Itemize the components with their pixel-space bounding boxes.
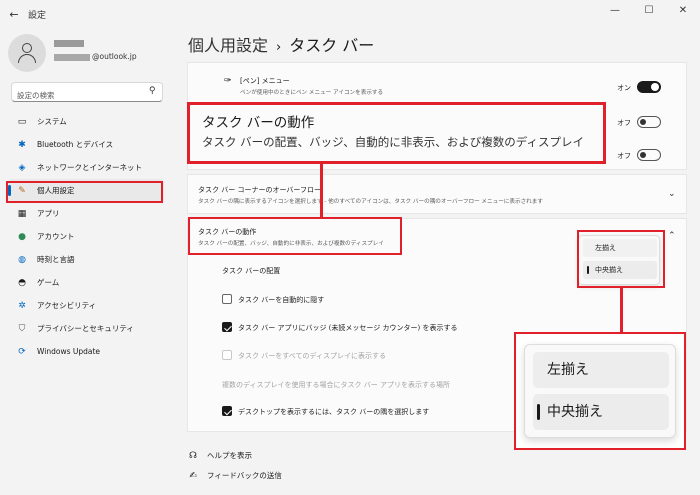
sidebar-item-label: プライバシーとセキュリティ	[37, 324, 134, 333]
sidebar-item-label: Windows Update	[37, 347, 101, 356]
corner-overflow-card[interactable]: タスク バー コーナーのオーバーフロー タスク バーの隅に表示するアイコンを選択…	[187, 174, 687, 214]
sidebar-item-bluetooth[interactable]: ✱ Bluetooth とデバイス	[8, 133, 164, 156]
sidebar-item-gaming[interactable]: ◓ ゲーム	[8, 271, 164, 294]
title-bar: ← 設定	[0, 0, 700, 28]
overflow-subtitle: タスク バーの隅に表示するアイコンを選択します - 他のすべてのアイコンは、タス…	[198, 199, 543, 205]
sidebar-item-time-language[interactable]: ◍ 時刻と言語	[8, 248, 164, 271]
redacted-email	[54, 54, 90, 61]
highlight-dropdown	[577, 230, 665, 288]
window-title: 設定	[28, 10, 47, 21]
sidebar-item-label: ネットワークとインターネット	[37, 163, 142, 172]
sidebar: @outlook.jp ⚲ ▭ システム ✱ Bluetooth とデバイス ◈…	[0, 28, 170, 495]
highlight-behavior-header	[188, 217, 402, 255]
shield-icon: ⛉	[18, 323, 26, 334]
pen-menu-toggle[interactable]	[637, 81, 661, 93]
feedback-link[interactable]: ✍ フィードバックの送信	[187, 470, 282, 481]
pen-menu-state: オン	[617, 84, 631, 92]
sidebar-item-windows-update[interactable]: ⟳ Windows Update	[8, 340, 164, 363]
settings-search[interactable]: ⚲	[11, 82, 163, 105]
all-displays-label: タスク バーをすべてのディスプレイに表示する	[238, 352, 386, 360]
desktop-corner-checkbox[interactable]	[222, 406, 232, 416]
sidebar-item-label: アプリ	[37, 209, 60, 218]
search-input[interactable]	[12, 86, 132, 105]
person-icon	[22, 43, 32, 53]
sidebar-item-label: アカウント	[37, 232, 75, 241]
game-icon: ◓	[18, 277, 26, 288]
callout-title: タスク バーの動作	[202, 115, 315, 131]
sidebar-item-label: ゲーム	[37, 278, 60, 287]
sidebar-item-label: システム	[37, 117, 67, 126]
row2-toggle[interactable]	[637, 116, 661, 128]
minimize-icon[interactable]: —	[598, 0, 632, 22]
autohide-checkbox[interactable]	[222, 294, 232, 304]
feedback-icon: ✍	[189, 470, 197, 481]
sidebar-item-apps[interactable]: ▦ アプリ	[8, 202, 164, 225]
zoomed-dropdown-callout: 左揃え 中央揃え	[514, 332, 686, 450]
window-controls: — ☐ ✕	[598, 0, 700, 22]
zoomed-alignment-menu: 左揃え 中央揃え	[524, 344, 676, 438]
redacted-name	[54, 40, 84, 47]
row3-toggle[interactable]	[637, 149, 661, 161]
help-label: ヘルプを表示	[207, 451, 252, 460]
row2-state: オフ	[617, 119, 631, 127]
wifi-icon: ◈	[18, 162, 26, 173]
feedback-label: フィードバックの送信	[207, 471, 282, 480]
badges-checkbox[interactable]	[222, 322, 232, 332]
pen-menu-subtitle: ペンが使用中のときにペン メニュー アイコンを表示する	[240, 90, 384, 96]
sidebar-item-system[interactable]: ▭ システム	[8, 110, 164, 133]
chevron-up-icon[interactable]: ⌃	[668, 231, 676, 241]
breadcrumb-current: タスク バー	[289, 36, 375, 55]
bluetooth-icon: ✱	[18, 139, 26, 150]
apps-icon: ▦	[17, 208, 27, 219]
maximize-icon[interactable]: ☐	[632, 0, 666, 22]
multi-display-label: 複数のディスプレイを使用する場合にタスク バー アプリを表示する場所	[222, 381, 450, 389]
sidebar-item-privacy[interactable]: ⛉ プライバシーとセキュリティ	[8, 317, 164, 340]
help-link[interactable]: ☊ ヘルプを表示	[187, 450, 252, 461]
search-icon[interactable]: ⚲	[149, 86, 156, 96]
sidebar-item-network[interactable]: ◈ ネットワークとインターネット	[8, 156, 164, 179]
desktop-corner-label[interactable]: デスクトップを表示するには、タスク バーの隅を選択します	[238, 407, 429, 417]
back-arrow-icon[interactable]: ←	[0, 8, 28, 21]
alignment-label: タスク バーの配置	[222, 267, 281, 275]
sidebar-item-accessibility[interactable]: ✲ アクセシビリティ	[8, 294, 164, 317]
globe-clock-icon: ◍	[18, 254, 26, 265]
overflow-title: タスク バー コーナーのオーバーフロー	[198, 186, 321, 194]
all-displays-checkbox	[222, 350, 232, 360]
user-email: @outlook.jp	[92, 52, 137, 61]
row3-state: オフ	[617, 152, 631, 160]
avatar	[8, 34, 46, 72]
sidebar-item-accounts[interactable]: ● アカウント	[8, 225, 164, 248]
sidebar-item-label: 時刻と言語	[37, 255, 75, 264]
close-icon[interactable]: ✕	[666, 0, 700, 22]
callout-subtitle: タスク バーの配置、バッジ、自動的に非表示、および複数のディスプレイ	[202, 135, 585, 149]
connector-line	[320, 164, 323, 218]
update-icon: ⟳	[18, 346, 26, 357]
sidebar-item-label: アクセシビリティ	[37, 301, 97, 310]
account-icon: ●	[18, 231, 26, 242]
page-title: 個人用設定 › タスク バー	[188, 32, 374, 56]
zoomed-align-center[interactable]: 中央揃え	[533, 394, 669, 430]
zoomed-align-left[interactable]: 左揃え	[533, 352, 669, 388]
breadcrumb-separator: ›	[276, 40, 282, 55]
badges-label[interactable]: タスク バー アプリにバッジ (未読メッセージ カウンター) を表示する	[238, 323, 457, 333]
highlight-personalization	[6, 181, 163, 203]
autohide-label[interactable]: タスク バーを自動的に隠す	[238, 295, 324, 305]
help-icon: ☊	[189, 450, 197, 461]
monitor-icon: ▭	[17, 116, 27, 127]
pen-menu-title: [ペン] メニュー	[240, 77, 290, 85]
user-profile[interactable]: @outlook.jp	[8, 34, 168, 74]
connector-line-2	[620, 288, 623, 332]
breadcrumb-parent[interactable]: 個人用設定	[188, 36, 268, 55]
behavior-callout: タスク バーの動作 タスク バーの配置、バッジ、自動的に非表示、および複数のディ…	[187, 102, 606, 164]
chevron-down-icon[interactable]: ⌄	[668, 189, 676, 199]
sidebar-item-label: Bluetooth とデバイス	[37, 140, 114, 149]
sidebar-nav: ▭ システム ✱ Bluetooth とデバイス ◈ ネットワークとインターネッ…	[8, 110, 164, 363]
pen-icon: ✑	[224, 76, 232, 86]
accessibility-icon: ✲	[18, 300, 26, 311]
